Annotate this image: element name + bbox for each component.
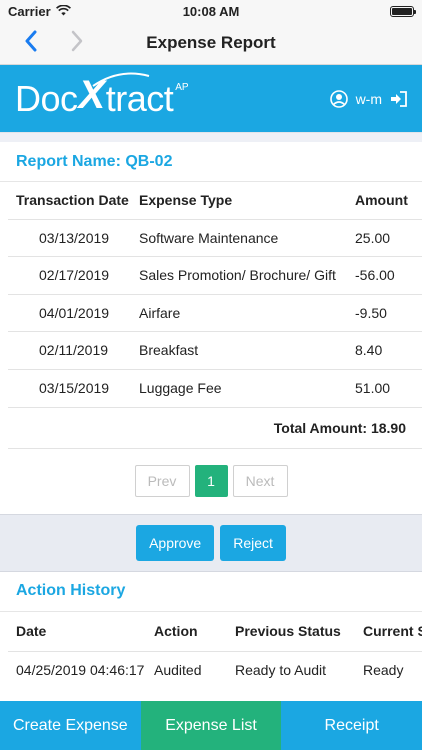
table-row[interactable]: 04/01/2019 Airfare -9.50 <box>8 293 422 332</box>
chevron-right-icon <box>70 30 84 57</box>
column-header: Transaction Date <box>16 192 129 209</box>
cell-amount: -56.00 <box>355 256 422 294</box>
expense-table-wrap[interactable]: Transaction Date Expense Type Amount 03/… <box>8 182 422 407</box>
back-button[interactable] <box>14 26 48 60</box>
cell-action: Audited <box>154 651 235 689</box>
column-header: Expense Type <box>139 192 233 209</box>
table-row[interactable]: 03/15/2019 Luggage Fee 51.00 <box>8 368 422 407</box>
cell-date: 02/17/2019 <box>8 256 139 294</box>
column-header: Current Status <box>363 623 422 640</box>
user-avatar-icon[interactable] <box>329 89 348 108</box>
carrier-label: Carrier <box>8 3 51 19</box>
cell-date: 02/11/2019 <box>8 331 139 369</box>
section-divider <box>0 132 422 142</box>
bottom-tab-bar: Create Expense Expense List Receipt <box>0 701 422 750</box>
cell-amount: 8.40 <box>355 331 422 369</box>
cell-amount: 25.00 <box>355 218 422 257</box>
cell-type: Breakfast <box>139 331 355 369</box>
column-header: Previous Status <box>235 623 341 640</box>
cell-amount: 51.00 <box>355 368 422 407</box>
tab-expense-list[interactable]: Expense List <box>140 701 282 750</box>
status-left: Carrier <box>8 4 71 19</box>
prev-page-button[interactable]: Prev <box>134 465 190 497</box>
column-header: Date <box>16 623 47 640</box>
history-table: Date Action Previous Status Current Stat… <box>8 612 422 689</box>
tab-receipt[interactable]: Receipt <box>281 701 422 750</box>
cell-previous-status: Ready to Audit <box>235 651 363 689</box>
table-row[interactable]: 04/25/2019 04:46:17 Audited Ready to Aud… <box>8 651 422 689</box>
cell-date: 03/13/2019 <box>8 218 139 257</box>
column-header: Action <box>154 623 198 640</box>
forward-button[interactable] <box>60 26 94 60</box>
battery-icon <box>390 5 416 17</box>
docxtract-logo: Doc Xtract AP <box>15 72 189 119</box>
table-header-row: Date Action Previous Status Current Stat… <box>8 612 422 652</box>
cell-type: Luggage Fee <box>139 368 355 407</box>
cell-type: Software Maintenance <box>139 218 355 257</box>
table-row[interactable]: 02/17/2019 Sales Promotion/ Brochure/ Gi… <box>8 256 422 294</box>
wifi-icon <box>55 4 71 19</box>
table-row[interactable]: 03/13/2019 Software Maintenance 25.00 <box>8 218 422 257</box>
username-label[interactable]: w-m <box>356 91 382 107</box>
tab-create-expense[interactable]: Create Expense <box>0 701 141 750</box>
approve-button[interactable]: Approve <box>136 524 215 561</box>
status-bar: Carrier 10:08 AM <box>0 0 422 22</box>
logout-icon[interactable] <box>390 90 408 107</box>
cell-date: 04/01/2019 <box>8 293 139 332</box>
table-row[interactable]: 02/11/2019 Breakfast 8.40 <box>8 331 422 369</box>
cell-current-status: Ready <box>363 651 422 689</box>
cell-date: 04/25/2019 04:46:17 <box>8 651 154 689</box>
cell-date: 03/15/2019 <box>8 368 139 407</box>
report-name: Report Name: QB-02 <box>0 142 422 182</box>
reject-button[interactable]: Reject <box>220 524 286 561</box>
cell-amount: -9.50 <box>355 293 422 332</box>
total-amount: Total Amount: 18.90 <box>8 406 422 449</box>
column-header: Amount <box>355 192 408 209</box>
page-1-button[interactable]: 1 <box>194 465 228 497</box>
navigation-bar: Expense Report <box>0 22 422 65</box>
history-table-wrap[interactable]: Date Action Previous Status Current Stat… <box>8 612 422 689</box>
user-area: w-m <box>329 89 408 108</box>
cell-type: Airfare <box>139 293 355 332</box>
brand-header: Doc Xtract AP w-m <box>0 65 422 132</box>
action-history-title: Action History <box>0 572 422 612</box>
table-header-row: Transaction Date Expense Type Amount <box>8 182 422 219</box>
approval-actions: Approve Reject <box>0 513 422 572</box>
expense-table: Transaction Date Expense Type Amount 03/… <box>8 182 422 407</box>
chevron-left-icon <box>24 30 38 57</box>
next-page-button[interactable]: Next <box>232 465 288 497</box>
pagination: Prev 1 Next <box>0 449 422 514</box>
cell-type: Sales Promotion/ Brochure/ Gift <box>139 256 355 294</box>
